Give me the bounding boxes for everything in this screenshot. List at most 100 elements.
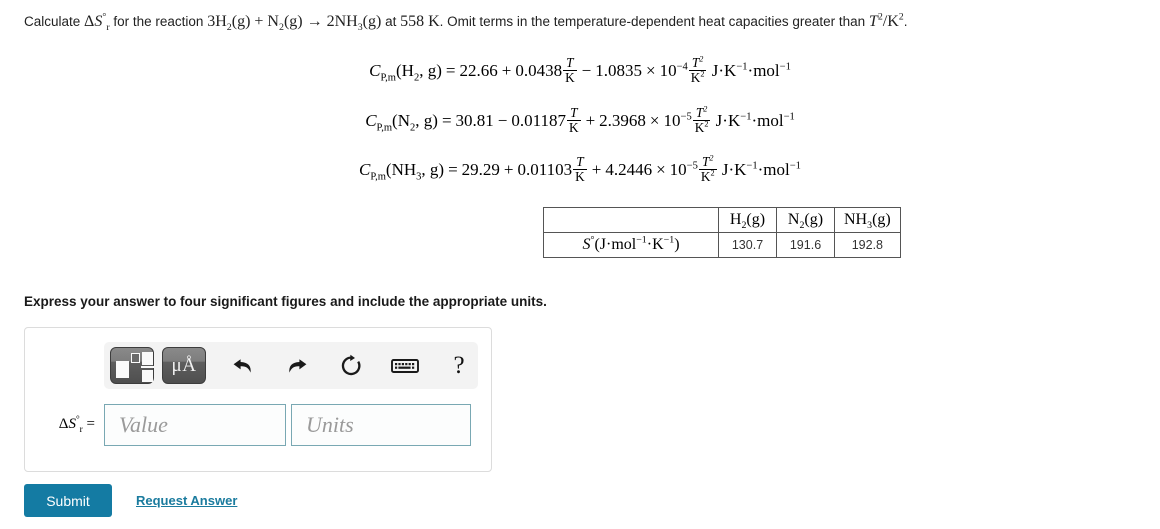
species-state: , g [415, 110, 433, 130]
formula-h2: H [215, 13, 227, 30]
omitted-term-expression: T2/K2 [868, 12, 904, 30]
power-exponent: −5 [680, 111, 692, 123]
heat-capacity-equation-h2: CP,m(H2, g) = 22.66 +0.0438 T K −1.0835 × 10−4 T2… [0, 55, 1160, 85]
coefficient-b: 0.0438 [515, 60, 563, 80]
s-glyph: S [68, 416, 76, 432]
plus-operator: + [254, 13, 264, 30]
col-species: NH [844, 211, 868, 228]
fraction-denominator: K [563, 69, 577, 85]
species-state: , g [421, 159, 439, 179]
undo-arrow-icon[interactable] [226, 349, 260, 383]
coefficient-a: 22.66 [459, 60, 498, 80]
prompt-at: at [385, 14, 397, 29]
frac-den-base: K [690, 69, 701, 85]
formula-n2: N [267, 13, 279, 30]
equals-sign: = [448, 159, 458, 179]
col-state: (g) [746, 211, 766, 228]
fraction-denominator: K2 [698, 168, 717, 184]
unit-kelvin-exponent: −1 [736, 61, 748, 73]
unit-kelvin: K [734, 159, 747, 179]
entropy-value-nh3: 192.8 [834, 232, 901, 258]
times-sign: × [656, 159, 666, 179]
r-subscript: r [79, 425, 83, 435]
fraction-numerator: T [566, 55, 574, 70]
col-species: H [729, 211, 742, 228]
chemical-reaction: 3H2(g) + N2(g) → 2NH3(g) [207, 13, 381, 33]
frac-den-base: K [694, 119, 705, 135]
t-over-k-fraction: TK [573, 155, 587, 183]
power-exponent: −4 [676, 61, 688, 73]
entropy-value-n2: 191.6 [776, 232, 835, 258]
template-block-small [131, 353, 140, 363]
col-state: (g) [872, 211, 891, 228]
species-formula: H [401, 60, 414, 80]
answer-label: ΔS°r = [25, 415, 104, 435]
omit-base: T [868, 13, 878, 30]
reaction-arrow: → [306, 13, 323, 30]
omit-unit: K [887, 13, 899, 30]
request-answer-link[interactable]: Request Answer [136, 493, 237, 508]
temperature-value: 558 K [400, 13, 440, 30]
unit-kelvin-exponent: −1 [663, 234, 675, 246]
r-subscript: r [106, 22, 110, 34]
template-fraction-bar [141, 366, 154, 369]
coefficient-c: 1.0835 [595, 60, 642, 80]
degree-superscript: ° [75, 415, 80, 425]
answer-instruction: Express your answer to four significant … [24, 294, 547, 309]
coefficient-a: 29.29 [461, 159, 500, 179]
column-header-h2: H2(g) [718, 207, 777, 233]
species-formula: NH [391, 159, 417, 179]
units-icon-label: μÅ [171, 354, 197, 376]
unit-kelvin: K [724, 60, 737, 80]
reset-circular-arrow-icon[interactable] [334, 349, 368, 383]
problem-statement: Calculate ΔS°r for the reaction 3H2(g) + N… [24, 12, 908, 34]
fraction-numerator: T [576, 154, 584, 169]
heat-capacity-equation-nh3: CP,m(NH3, g) = 29.29 +0.01103 T K +4.2446 × 10−5… [0, 153, 1160, 184]
fraction-numerator: T2 [689, 55, 707, 70]
units-icon[interactable]: μÅ [162, 347, 206, 384]
redo-arrow-icon[interactable] [280, 349, 314, 383]
frac-den-exponent: 2 [704, 119, 709, 129]
fraction-numerator: T2 [693, 105, 711, 120]
delta-glyph: Δ [58, 416, 69, 432]
sign-b: − [497, 110, 508, 130]
entropy-value-h2: 130.7 [718, 232, 777, 258]
prompt-mid: for the reaction [113, 14, 204, 29]
keyboard-icon[interactable] [388, 349, 422, 383]
template-block-left [116, 361, 129, 378]
power-base-ten: 10 [659, 60, 677, 80]
math-template-icon[interactable] [110, 347, 154, 384]
table-corner-cell [543, 207, 719, 233]
value-input[interactable]: Value [104, 403, 286, 446]
times-sign: × [649, 110, 660, 130]
cp-subscript: P,m [370, 171, 386, 183]
row-header-standard-entropy: S°(J·mol−1·K−1) [543, 232, 719, 258]
unit-open-joule: (J [594, 236, 606, 253]
sign-b: + [503, 159, 514, 179]
coefficient-c: 4.2446 [605, 159, 653, 179]
submit-button[interactable]: Submit [24, 484, 112, 517]
times-sign: × [645, 60, 656, 80]
units-input[interactable]: Units [291, 403, 471, 446]
unit-kelvin-exponent: −1 [746, 160, 758, 172]
power-base-ten: 10 [669, 159, 687, 179]
fraction-denominator: K2 [692, 119, 711, 135]
unit-mole-exponent: −1 [783, 111, 795, 123]
frac-num-exponent: 2 [709, 153, 714, 163]
unit-mole: mol [763, 159, 790, 179]
fraction-numerator: T2 [699, 153, 717, 169]
prompt-period: . [903, 14, 908, 29]
cp-symbol: C [369, 60, 381, 80]
unit-mole-exponent: −1 [779, 61, 791, 73]
cp-symbol: C [359, 159, 371, 179]
col-species: N [787, 211, 800, 228]
help-question-mark-icon[interactable]: ? [442, 349, 476, 383]
paren-close: ) [436, 60, 442, 80]
t2-over-k2-fraction: T2 K2 [692, 105, 711, 135]
table-row: S°(J·mol−1·K−1) 130.7 191.6 192.8 [543, 232, 901, 258]
prompt-delta-s-symbol: ΔS°r [84, 12, 110, 34]
t-over-k-fraction: TK [567, 106, 581, 134]
template-block-top [142, 352, 153, 365]
species-state: , g [419, 60, 437, 80]
t2-over-k2-fraction: T2 K2 [688, 55, 707, 85]
